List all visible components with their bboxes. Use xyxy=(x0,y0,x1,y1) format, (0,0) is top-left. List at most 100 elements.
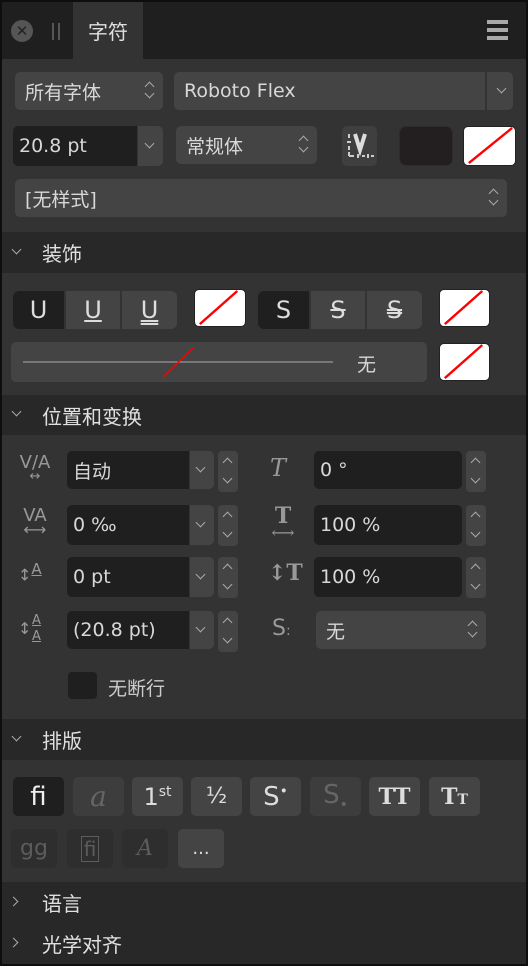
no-break-checkbox[interactable] xyxy=(68,672,97,699)
text-style-value: [无样式] xyxy=(25,188,97,211)
discretionary-ligatures-button[interactable]: a xyxy=(73,777,124,816)
chevron-down-icon xyxy=(195,569,206,580)
shear-input[interactable]: 0 ° xyxy=(314,451,462,489)
section-language-header[interactable]: 语言 xyxy=(2,882,526,922)
updown-chevron-icon xyxy=(467,619,478,641)
tracking-input[interactable]: 0 ‰ xyxy=(67,505,189,545)
ligatures-button[interactable]: fi xyxy=(13,777,64,816)
subscript-button[interactable]: S• xyxy=(310,777,361,816)
horizontal-scale-icon: T ⟷ xyxy=(271,503,295,542)
chevron-down-icon xyxy=(195,622,206,633)
small-caps-button[interactable]: TT xyxy=(429,777,480,816)
shear-icon: T xyxy=(270,454,287,482)
stylistic-alternates-button[interactable]: gg xyxy=(11,829,57,868)
vertical-scale-icon: ↕T xyxy=(268,560,303,586)
tracking-value: 0 ‰ xyxy=(73,514,117,536)
position-mode-value: 无 xyxy=(326,620,346,643)
strikethrough-segmented: S S S xyxy=(258,291,422,329)
updown-chevron-icon xyxy=(298,134,309,156)
baseline-shift-icon: ↕A xyxy=(18,560,42,585)
chevron-down-icon xyxy=(11,244,22,255)
tracking-dropdown[interactable] xyxy=(190,505,214,545)
kerning-value: 自动 xyxy=(73,460,112,483)
strike-double-button[interactable]: S xyxy=(367,291,422,329)
panel-menu-button[interactable] xyxy=(487,20,508,40)
section-position-header[interactable]: 位置和变换 xyxy=(2,395,526,435)
font-family-field[interactable]: Roboto Flex xyxy=(174,72,513,110)
kerning-input[interactable]: 自动 xyxy=(67,451,189,489)
position-mode-icon: S: xyxy=(272,616,291,641)
leading-dropdown[interactable] xyxy=(190,611,214,649)
line-preview-icon xyxy=(23,347,333,378)
section-decoration-label: 装饰 xyxy=(42,242,82,266)
font-style-select[interactable]: 常规体 xyxy=(176,126,317,164)
chevron-right-icon xyxy=(8,937,19,948)
baseline-dropdown[interactable] xyxy=(190,557,214,597)
font-size-value: 20.8 pt xyxy=(19,135,87,157)
variable-font-icon xyxy=(346,133,374,158)
font-collection-value: 所有字体 xyxy=(25,81,102,104)
more-features-button[interactable]: ... xyxy=(178,829,224,868)
drag-grip-icon[interactable] xyxy=(52,23,60,40)
text-style-select[interactable]: [无样式] xyxy=(15,179,507,217)
ordinals-button[interactable]: 1st xyxy=(132,777,183,816)
vertical-scale-value: 100 % xyxy=(320,566,381,588)
superscript-button[interactable]: S• xyxy=(250,777,301,816)
font-size-input[interactable]: 20.8 pt xyxy=(13,126,137,166)
kerning-dropdown[interactable] xyxy=(190,451,214,489)
tracking-stepper[interactable] xyxy=(218,505,238,546)
horizontal-scale-input[interactable]: 100 % xyxy=(314,505,462,545)
close-panel-button[interactable]: ✕ xyxy=(11,20,33,42)
character-panel: ✕ 字符 所有字体 Roboto Flex 20.8 pt 常规体 [无样式] … xyxy=(2,2,526,964)
shear-stepper[interactable] xyxy=(466,451,486,492)
underline-none-button[interactable]: U xyxy=(13,291,66,329)
leading-stepper[interactable] xyxy=(218,611,238,652)
vertical-scale-input[interactable]: 100 % xyxy=(314,557,462,597)
section-optical-alignment-label: 光学对齐 xyxy=(42,932,122,957)
underline-single-button[interactable]: U xyxy=(66,291,122,329)
shear-value: 0 ° xyxy=(320,459,348,481)
font-size-dropdown[interactable] xyxy=(138,126,163,166)
kerning-stepper[interactable] xyxy=(218,451,238,492)
horizontal-scale-value: 100 % xyxy=(320,514,381,536)
baseline-stepper[interactable] xyxy=(218,557,238,598)
horizontal-scale-stepper[interactable] xyxy=(466,505,486,546)
chevron-down-icon xyxy=(11,731,22,742)
strike-color-swatch[interactable] xyxy=(439,289,490,327)
tracking-icon: VA ⟷ xyxy=(23,505,47,539)
section-optical-alignment-header[interactable]: 光学对齐 xyxy=(2,922,526,964)
strike-single-button[interactable]: S xyxy=(311,291,367,329)
underline-segmented: U U U xyxy=(13,291,177,329)
updown-chevron-icon xyxy=(144,80,155,102)
section-language-label: 语言 xyxy=(42,891,82,916)
chevron-down-icon xyxy=(144,138,155,149)
baseline-input[interactable]: 0 pt xyxy=(67,557,189,597)
section-decoration-header[interactable]: 装饰 xyxy=(2,232,526,273)
fractions-button[interactable]: ½ xyxy=(191,777,242,816)
underline-double-button[interactable]: U xyxy=(122,291,177,329)
no-break-label: 无断行 xyxy=(108,678,166,700)
text-stroke-swatch[interactable] xyxy=(463,126,516,166)
strike-none-button[interactable]: S xyxy=(258,291,311,329)
vertical-scale-stepper[interactable] xyxy=(466,557,486,598)
chevron-down-icon[interactable] xyxy=(496,83,507,94)
leading-value: (20.8 pt) xyxy=(73,619,156,641)
text-fill-swatch[interactable] xyxy=(399,126,453,166)
section-typography-label: 排版 xyxy=(42,729,82,753)
close-icon: ✕ xyxy=(15,21,29,40)
swash-button[interactable]: A xyxy=(122,829,168,868)
section-position-label: 位置和变换 xyxy=(42,404,142,429)
leading-input[interactable]: (20.8 pt) xyxy=(67,611,189,649)
line-style-select[interactable]: 无 xyxy=(11,342,427,382)
font-collection-select[interactable]: 所有字体 xyxy=(15,72,163,110)
chevron-down-icon xyxy=(11,406,22,417)
line-style-value: 无 xyxy=(357,354,377,376)
line-color-swatch[interactable] xyxy=(439,343,490,381)
section-typography-header[interactable]: 排版 xyxy=(2,719,526,760)
all-caps-button[interactable]: TT xyxy=(369,777,420,816)
tab-character[interactable]: 字符 xyxy=(73,2,143,59)
underline-color-swatch[interactable] xyxy=(194,289,246,327)
position-mode-select[interactable]: 无 xyxy=(316,611,486,649)
variable-font-button[interactable] xyxy=(342,126,377,166)
contextual-alternates-button[interactable]: fi xyxy=(67,829,113,868)
